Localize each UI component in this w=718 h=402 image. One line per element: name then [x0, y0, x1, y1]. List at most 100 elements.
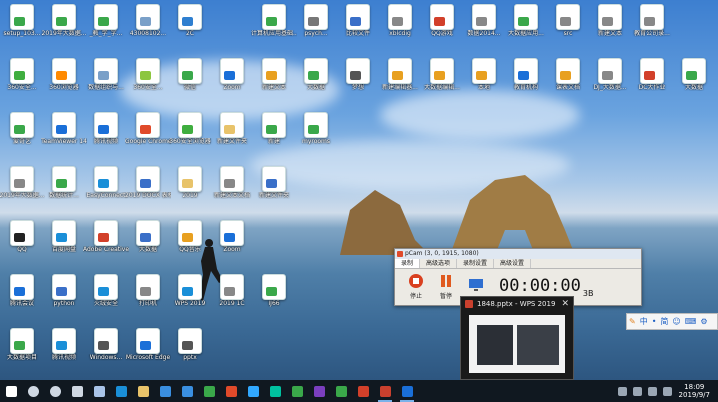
close-icon[interactable]: ✕: [561, 297, 569, 311]
ime-mode-chinese[interactable]: 中: [640, 316, 648, 327]
desktop-icon[interactable]: 数据组织与...: [84, 56, 128, 102]
desktop-icon[interactable]: 新建文本文档: [210, 164, 254, 210]
desktop-icon[interactable]: 2C: [168, 2, 212, 48]
taskbar-chrome-button[interactable]: [220, 380, 242, 402]
tab-advanced[interactable]: 高级选项: [420, 259, 458, 268]
taskbar-explorer-button[interactable]: [132, 380, 154, 402]
taskbar-wps-button[interactable]: [198, 380, 220, 402]
desktop-icon[interactable]: 360浏览器: [42, 56, 86, 102]
clock[interactable]: 18:09 2019/9/7: [679, 383, 710, 399]
desktop-icon[interactable]: 新建文件夹: [252, 164, 296, 210]
desktop-icon[interactable]: pptx: [168, 326, 212, 372]
desktop-icon[interactable]: EasyConnect: [84, 164, 128, 210]
taskbar-wps-writer-button[interactable]: [396, 380, 418, 402]
desktop-icon[interactable]: QQ音乐: [168, 218, 212, 264]
desktop-icon[interactable]: 大数据项目: [0, 326, 44, 372]
ime-simplified[interactable]: 简: [660, 316, 668, 327]
desktop-icon[interactable]: 火绒安全: [84, 272, 128, 318]
desktop-icon[interactable]: 比较文件: [336, 2, 380, 48]
desktop-icon[interactable]: 教育机构: [504, 56, 548, 102]
desktop-icon[interactable]: xblcdig: [378, 2, 422, 48]
desktop[interactable]: setup_103... 2019年大数据... _教_学_字... 43008102…: [0, 0, 718, 380]
desktop-icon[interactable]: DC大作业: [630, 56, 674, 102]
desktop-icon[interactable]: 腾讯视频: [84, 110, 128, 156]
volume-icon[interactable]: [662, 386, 672, 396]
desktop-icon[interactable]: Zoom: [210, 218, 254, 264]
desktop-icon[interactable]: 腾讯视频: [42, 326, 86, 372]
desktop-icon[interactable]: 课表文档: [546, 56, 590, 102]
desktop-icon[interactable]: Google Chrome: [125, 110, 171, 156]
desktop-icon[interactable]: 360安全...: [126, 56, 170, 102]
desktop-icon[interactable]: 2019: [168, 164, 212, 210]
taskbar-app-button[interactable]: [88, 380, 110, 402]
tray-icon[interactable]: [632, 386, 642, 396]
ime-logo-icon[interactable]: ✎: [629, 317, 636, 326]
tab-record-settings[interactable]: 录制设置: [457, 259, 495, 268]
desktop-icon[interactable]: TeamViewer 14: [41, 110, 87, 156]
desktop-icon[interactable]: 爱奇艺: [0, 110, 44, 156]
desktop-icon[interactable]: QQ游戏: [420, 2, 464, 48]
desktop-icon[interactable]: python: [42, 272, 86, 318]
pause-button[interactable]: 暂停: [431, 273, 461, 300]
desktop-icon[interactable]: Microsoft Edge: [126, 326, 170, 372]
desktop-icon[interactable]: 新建文本: [588, 2, 632, 48]
desktop-icon[interactable]: setup_103...: [0, 2, 44, 48]
desktop-icon[interactable]: IJ66: [252, 272, 296, 318]
desktop-icon[interactable]: 教育公司录...: [630, 2, 674, 48]
taskbar-photoshop-button[interactable]: [242, 380, 264, 402]
ime-toolbar[interactable]: ✎ 中 • 简 ☺ ⌨ ⚙: [626, 313, 718, 330]
desktop-icon[interactable]: QQ: [0, 218, 44, 264]
desktop-icon[interactable]: 新建文件夹: [210, 110, 254, 156]
wps-taskbar-preview[interactable]: 1848.pptx - WPS 2019 ✕: [460, 296, 574, 380]
desktop-icon[interactable]: 43008102...: [126, 2, 170, 48]
taskbar-mail-button[interactable]: [176, 380, 198, 402]
tray-icon[interactable]: [617, 386, 627, 396]
desktop-icon[interactable]: 2019 DOCX 表格: [125, 164, 171, 210]
desktop-icon[interactable]: 计算机应用基础...: [251, 2, 297, 48]
emoji-icon[interactable]: ☺: [672, 317, 680, 326]
pcam-titlebar[interactable]: pCam (3, 0, 1915, 1080): [395, 249, 641, 259]
taskbar-wechat-button[interactable]: [286, 380, 308, 402]
desktop-icon[interactable]: 数据2014...: [462, 2, 506, 48]
desktop-icon[interactable]: 2019年大数据...: [0, 164, 45, 210]
desktop-icon[interactable]: WPS 2019: [168, 272, 212, 318]
keyboard-icon[interactable]: ⌨: [685, 317, 697, 326]
desktop-icon[interactable]: psych...: [294, 2, 338, 48]
desktop-icon[interactable]: 新建编辑器...: [378, 56, 422, 102]
network-icon[interactable]: [647, 386, 657, 396]
wps-preview-thumbnail[interactable]: [469, 315, 565, 373]
desktop-icon[interactable]: 梦想: [336, 56, 380, 102]
taskbar-cortana-button[interactable]: [44, 380, 66, 402]
desktop-icon[interactable]: 2019 1C: [210, 272, 254, 318]
taskbar-audition-button[interactable]: [264, 380, 286, 402]
taskbar-search-button[interactable]: [22, 380, 44, 402]
desktop-icon[interactable]: 本地: [462, 56, 506, 102]
stop-button[interactable]: 停止: [401, 273, 431, 300]
desktop-icon[interactable]: 大数据编辑...: [420, 56, 464, 102]
taskbar-pdf-button[interactable]: [352, 380, 374, 402]
tab-record[interactable]: 录制: [395, 259, 421, 268]
desktop-icon[interactable]: _教_学_字...: [84, 2, 128, 48]
desktop-icon[interactable]: 360安全...: [0, 56, 44, 102]
desktop-icon[interactable]: Adobe Creative...: [83, 218, 129, 264]
desktop-icon[interactable]: 大数据应用...: [504, 2, 548, 48]
desktop-icon[interactable]: 大数据: [294, 56, 338, 102]
settings-icon[interactable]: ⚙: [700, 317, 707, 326]
ime-punctuation[interactable]: •: [652, 317, 657, 326]
desktop-icon[interactable]: 新建: [252, 110, 296, 156]
desktop-icon[interactable]: myrooms: [294, 110, 338, 156]
desktop-icon[interactable]: DJ_大数据...: [588, 56, 632, 102]
desktop-icon[interactable]: src: [546, 2, 590, 48]
desktop-icon[interactable]: 大数据: [672, 56, 716, 102]
desktop-icon[interactable]: Windows...: [84, 326, 128, 372]
taskbar-onenote-button[interactable]: [308, 380, 330, 402]
taskbar-edge-button[interactable]: [110, 380, 132, 402]
desktop-icon[interactable]: 新建文本: [252, 56, 296, 102]
desktop-icon[interactable]: 360安全浏览器: [168, 110, 212, 156]
taskbar-store-button[interactable]: [154, 380, 176, 402]
tab-advanced-settings[interactable]: 高级设置: [494, 259, 532, 268]
desktop-icon[interactable]: 2019年大数据...: [42, 2, 87, 48]
taskbar-pptx-button[interactable]: [374, 380, 396, 402]
desktop-icon[interactable]: 大数据: [126, 218, 170, 264]
screen-select-button[interactable]: [461, 277, 491, 295]
